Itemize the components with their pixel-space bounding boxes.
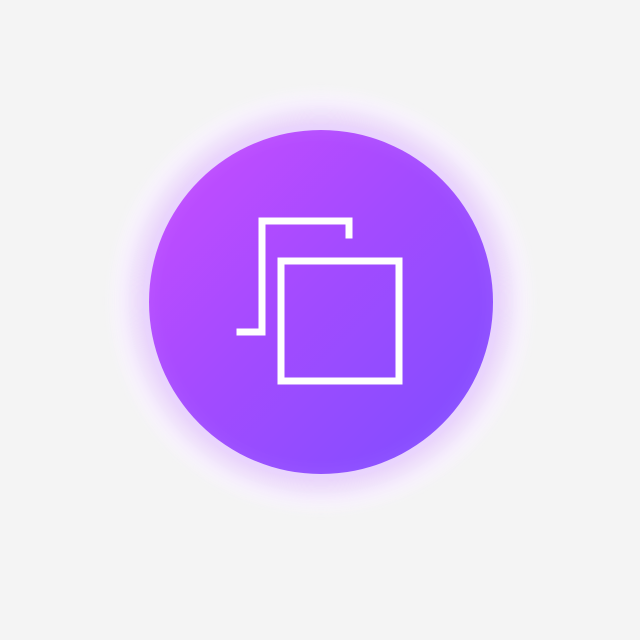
copy-icon [234,215,404,385]
copy-button-stage [0,0,640,640]
copy-button[interactable] [149,130,493,474]
